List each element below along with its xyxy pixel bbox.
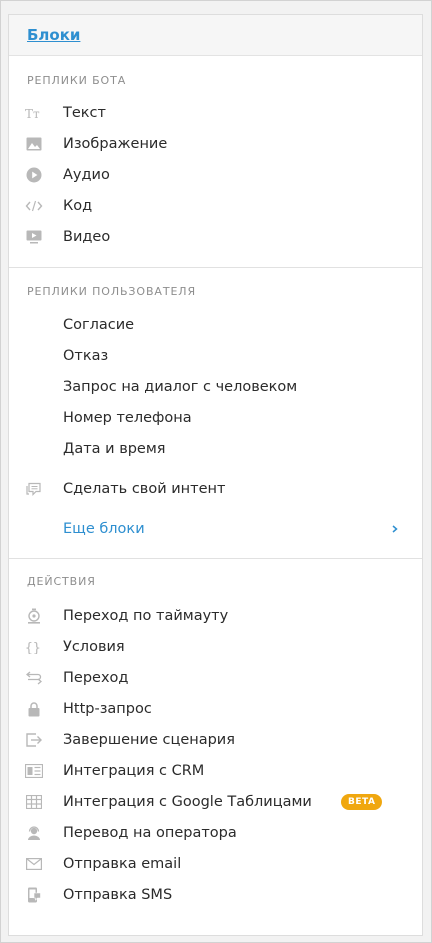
panel-header: Блоки [9,15,422,56]
text-icon: Tт [25,104,43,122]
beta-badge: BETA [341,794,383,810]
block-item-http-request[interactable]: Http-запрос [9,695,422,723]
video-icon [25,228,43,246]
svg-text:Tт: Tт [25,107,40,120]
block-item-label: Текст [63,105,106,121]
block-item-label: Сделать свой интент [63,481,226,497]
block-item-image[interactable]: Изображение [9,130,422,158]
image-icon [25,135,43,153]
block-item-label: Дата и время [63,441,166,457]
block-item-finish-scenario[interactable]: Завершение сценария [9,726,422,754]
block-item-label: Согласие [63,317,135,333]
block-item-code[interactable]: Код [9,192,422,220]
block-item-custom-intent[interactable]: Сделать свой интент [9,475,422,503]
block-item-label: Код [63,198,93,214]
section-divider [9,558,422,559]
block-item-label: Запрос на диалог с человеком [63,379,298,395]
svg-text:{}: {} [25,641,41,654]
block-item-label: Переход [63,670,129,686]
block-item-label: Видео [63,229,111,245]
block-item-refuse[interactable]: Отказ [9,342,422,370]
block-item-label: Аудио [63,167,110,183]
section-title-user-replies: РЕПЛИКИ ПОЛЬЗОВАТЕЛЯ [27,285,197,298]
section-divider [9,267,422,268]
table-icon [25,793,43,811]
section-title-actions: ДЕЙСТВИЯ [27,575,96,588]
block-item-label: Http-запрос [63,701,152,717]
transition-icon [25,669,43,687]
block-item-label: Отказ [63,348,109,364]
timer-icon [25,607,43,625]
block-item-send-email[interactable]: Отправка email [9,850,422,878]
lock-icon [25,700,43,718]
chat-icon [25,480,43,498]
block-item-label: Изображение [63,136,168,152]
exit-icon [25,731,43,749]
block-item-conditions[interactable]: {} Условия [9,633,422,661]
block-item-timeout-transition[interactable]: Переход по таймауту [9,602,422,630]
block-item-label: Переход по таймауту [63,608,229,624]
operator-icon [25,824,43,842]
code-icon [25,197,43,215]
chevron-right-icon [391,520,401,538]
block-item-label: Отправка SMS [63,887,173,903]
crm-icon [25,762,43,780]
blocks-panel: Блоки РЕПЛИКИ БОТА Tт Текст Изображение … [8,14,423,936]
block-item-human-request[interactable]: Запрос на диалог с человеком [9,373,422,401]
block-item-audio[interactable]: Аудио [9,161,422,189]
sms-icon [25,886,43,904]
block-item-label: Интеграция с CRM [63,763,205,779]
block-item-video[interactable]: Видео [9,223,422,251]
block-item-label: Перевод на оператора [63,825,237,841]
block-item-label: Условия [63,639,125,655]
block-item-text[interactable]: Tт Текст [9,99,422,127]
block-item-google-sheets[interactable]: Интеграция с Google Таблицами BETA [9,788,422,816]
panel-title-link[interactable]: Блоки [27,25,80,45]
section-title-bot-replies: РЕПЛИКИ БОТА [27,74,127,87]
audio-icon [25,166,43,184]
block-item-label: Интеграция с Google Таблицами [63,794,312,810]
more-blocks-label: Еще блоки [63,521,145,537]
block-item-transition[interactable]: Переход [9,664,422,692]
block-item-crm-integration[interactable]: Интеграция с CRM [9,757,422,785]
more-blocks-link[interactable]: Еще блоки [9,515,422,543]
block-item-label: Завершение сценария [63,732,235,748]
block-item-label: Номер телефона [63,410,192,426]
email-icon [25,855,43,873]
block-item-label: Отправка email [63,856,182,872]
block-item-agree[interactable]: Согласие [9,311,422,339]
block-item-datetime[interactable]: Дата и время [9,435,422,463]
block-item-send-sms[interactable]: Отправка SMS [9,881,422,909]
block-item-operator-transfer[interactable]: Перевод на оператора [9,819,422,847]
braces-icon: {} [25,638,43,656]
block-item-phone[interactable]: Номер телефона [9,404,422,432]
